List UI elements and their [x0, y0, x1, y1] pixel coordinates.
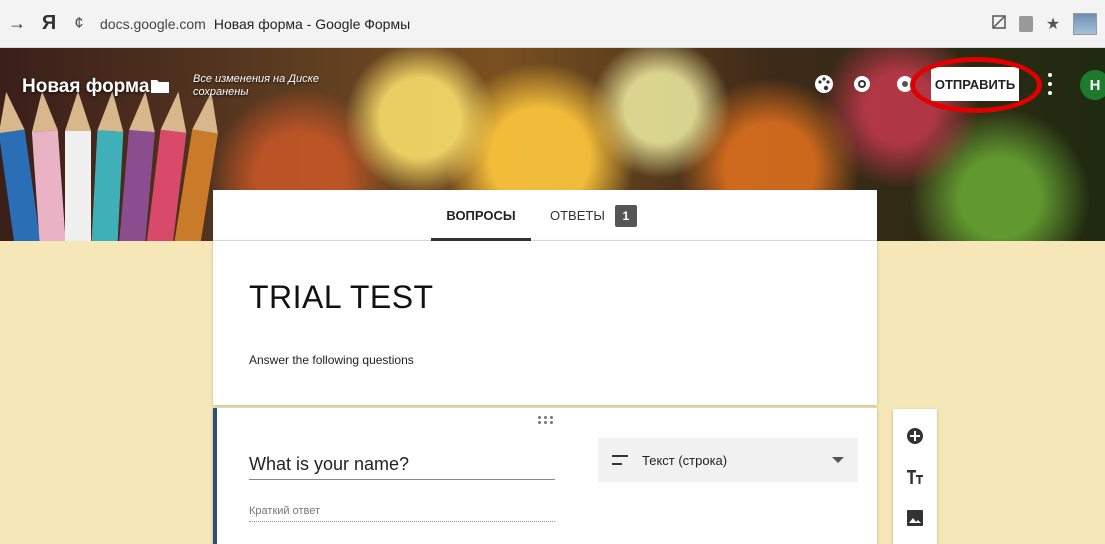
send-button[interactable]: ОТПРАВИТЬ: [931, 67, 1019, 101]
eye-icon[interactable]: [850, 72, 874, 96]
form-name[interactable]: Новая форма: [22, 76, 149, 98]
form-title-card: TRIAL TEST Answer the following question…: [213, 241, 877, 405]
tabs-bar: ВОПРОСЫ ОТВЕТЫ 1: [213, 190, 877, 241]
question-type-label: Текст (строка): [642, 452, 728, 468]
question-type-select[interactable]: Текст (строка): [598, 438, 858, 482]
side-toolbar: [893, 409, 937, 544]
yandex-logo[interactable]: Я: [34, 0, 64, 48]
bookmark-star-icon[interactable]: ★: [1043, 14, 1063, 34]
question-title-input[interactable]: What is your name?: [249, 454, 555, 480]
text-title-icon[interactable]: [905, 467, 925, 487]
dropdown-arrow-icon: [832, 457, 844, 463]
image-icon[interactable]: [905, 508, 925, 528]
protect-icon[interactable]: [1019, 16, 1033, 32]
reload-button[interactable]: ¢: [64, 15, 94, 33]
back-button[interactable]: →: [0, 0, 34, 48]
browser-toolbar: → Я ¢ docs.google.com Новая форма - Goog…: [0, 0, 1105, 48]
folder-icon[interactable]: [150, 78, 170, 94]
form-title[interactable]: TRIAL TEST: [249, 279, 434, 316]
question-card[interactable]: What is your name? Краткий ответ Текст (…: [213, 408, 877, 544]
drag-handle-icon[interactable]: [538, 416, 554, 424]
avatar[interactable]: Н: [1080, 70, 1105, 100]
tab-thumbnail[interactable]: [1073, 13, 1097, 35]
save-status: Все изменения на Диске сохранены: [193, 73, 319, 98]
browser-page-title: Новая форма - Google Формы: [213, 15, 411, 32]
short-text-icon: [612, 455, 628, 465]
short-answer-field: Краткий ответ: [249, 505, 555, 522]
tab-questions[interactable]: ВОПРОСЫ: [431, 190, 531, 241]
url-domain[interactable]: docs.google.com: [100, 16, 206, 32]
gear-icon[interactable]: [893, 72, 917, 96]
reader-icon[interactable]: [989, 14, 1009, 35]
browser-right-tools: ★: [989, 0, 1105, 48]
tab-answers[interactable]: ОТВЕТЫ 1: [550, 190, 650, 241]
form-description[interactable]: Answer the following questions: [249, 353, 414, 367]
answers-count-badge: 1: [614, 204, 637, 227]
add-circle-icon[interactable]: [905, 426, 925, 446]
palette-icon[interactable]: [812, 72, 836, 96]
more-vert-icon[interactable]: [1046, 73, 1054, 95]
tab-answers-label: ОТВЕТЫ: [550, 208, 605, 223]
